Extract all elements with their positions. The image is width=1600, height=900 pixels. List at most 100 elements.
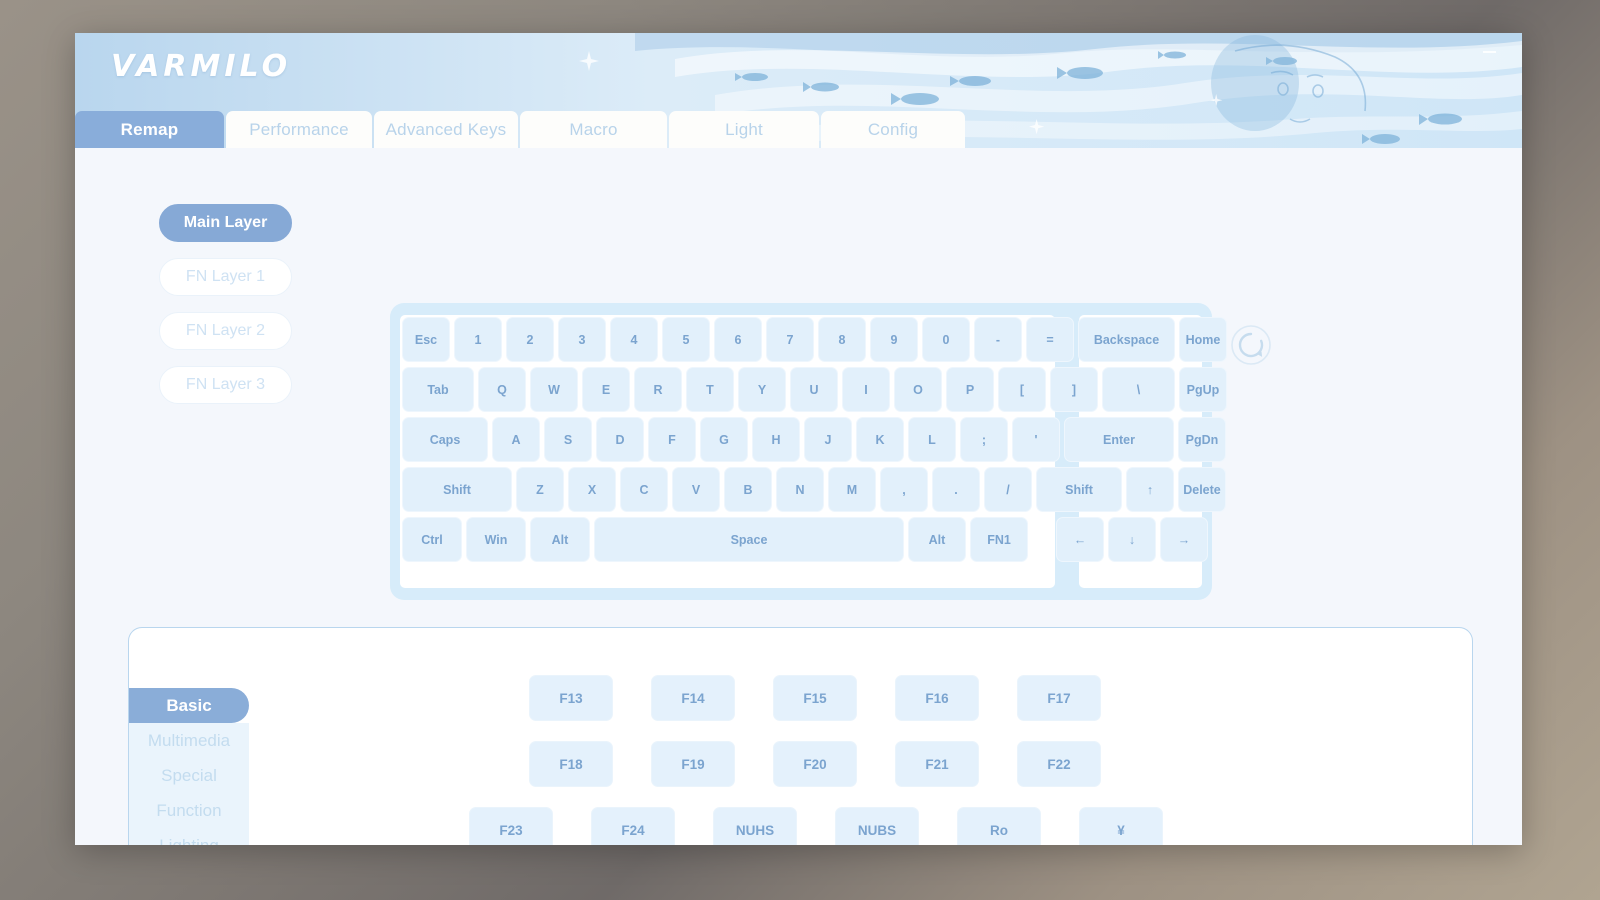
keycode-category-lighting[interactable]: Lighting	[129, 828, 249, 845]
keyboard-key[interactable]: Z	[516, 467, 564, 512]
keyboard-key[interactable]: ]	[1050, 367, 1098, 412]
layer-button-fn1[interactable]: FN Layer 1	[159, 258, 292, 296]
keyboard-key[interactable]: 5	[662, 317, 710, 362]
layer-button-main[interactable]: Main Layer	[159, 204, 292, 242]
keycode-key[interactable]: F16	[895, 675, 979, 721]
keycode-key[interactable]: F23	[469, 807, 553, 845]
keyboard-key[interactable]: L	[908, 417, 956, 462]
keyboard-key[interactable]: PgUp	[1179, 367, 1227, 412]
keyboard-key[interactable]: =	[1026, 317, 1074, 362]
keycode-key[interactable]: F21	[895, 741, 979, 787]
keyboard-key[interactable]: B	[724, 467, 772, 512]
keycode-key[interactable]: F20	[773, 741, 857, 787]
keyboard-key[interactable]: Space	[594, 517, 904, 562]
tab-light[interactable]: Light	[669, 111, 819, 148]
keyboard-key[interactable]: 6	[714, 317, 762, 362]
keyboard-key[interactable]: [	[998, 367, 1046, 412]
keyboard-key[interactable]: Enter	[1064, 417, 1174, 462]
keyboard-key[interactable]: /	[984, 467, 1032, 512]
keyboard-key[interactable]: 4	[610, 317, 658, 362]
keyboard-key[interactable]: -	[974, 317, 1022, 362]
keyboard-key[interactable]: Q	[478, 367, 526, 412]
keyboard-key[interactable]: Alt	[530, 517, 590, 562]
tab-config[interactable]: Config	[821, 111, 965, 148]
keyboard-key[interactable]: F	[648, 417, 696, 462]
keycode-key[interactable]: F19	[651, 741, 735, 787]
keyboard-key[interactable]: Tab	[402, 367, 474, 412]
keyboard-key[interactable]: Ctrl	[402, 517, 462, 562]
keycode-category-basic[interactable]: Basic	[129, 688, 249, 723]
tab-performance[interactable]: Performance	[226, 111, 372, 148]
keyboard-key[interactable]: O	[894, 367, 942, 412]
keycode-category-multimedia[interactable]: Multimedia	[129, 723, 249, 758]
keyboard-key[interactable]: Delete	[1178, 467, 1226, 512]
keyboard-key[interactable]: R	[634, 367, 682, 412]
restore-defaults-button[interactable]	[1230, 324, 1272, 366]
layer-button-fn3[interactable]: FN Layer 3	[159, 366, 292, 404]
keycode-key[interactable]: ¥	[1079, 807, 1163, 845]
keyboard-key[interactable]: \	[1102, 367, 1175, 412]
keyboard-key[interactable]: J	[804, 417, 852, 462]
keyboard-key[interactable]: 9	[870, 317, 918, 362]
keyboard-key[interactable]: 1	[454, 317, 502, 362]
keycode-category-special[interactable]: Special	[129, 758, 249, 793]
keyboard-key[interactable]: G	[700, 417, 748, 462]
keyboard-key[interactable]: Win	[466, 517, 526, 562]
keyboard-key[interactable]: 7	[766, 317, 814, 362]
keyboard-key[interactable]: V	[672, 467, 720, 512]
keyboard-key[interactable]: Shift	[402, 467, 512, 512]
tab-remap[interactable]: Remap	[75, 111, 224, 148]
keyboard-key[interactable]: H	[752, 417, 800, 462]
keyboard-key[interactable]: .	[932, 467, 980, 512]
keycode-key[interactable]: F22	[1017, 741, 1101, 787]
keycode-key[interactable]: NUHS	[713, 807, 797, 845]
keyboard-key[interactable]: T	[686, 367, 734, 412]
tab-macro[interactable]: Macro	[520, 111, 667, 148]
layer-button-fn2[interactable]: FN Layer 2	[159, 312, 292, 350]
keyboard-key[interactable]: PgDn	[1178, 417, 1226, 462]
keyboard-key[interactable]: →	[1160, 517, 1208, 562]
tab-advanced-keys[interactable]: Advanced Keys	[374, 111, 518, 148]
keycode-key[interactable]: F13	[529, 675, 613, 721]
keyboard-key[interactable]: Caps	[402, 417, 488, 462]
keyboard-key[interactable]: 3	[558, 317, 606, 362]
keyboard-key[interactable]: ↓	[1108, 517, 1156, 562]
keyboard-key[interactable]: D	[596, 417, 644, 462]
keyboard-key[interactable]: Y	[738, 367, 786, 412]
keyboard-key[interactable]: U	[790, 367, 838, 412]
keyboard-key[interactable]: ↑	[1126, 467, 1174, 512]
keyboard-key[interactable]: 8	[818, 317, 866, 362]
keyboard-key[interactable]: ;	[960, 417, 1008, 462]
keyboard-key[interactable]: Alt	[908, 517, 966, 562]
keycode-key[interactable]: F17	[1017, 675, 1101, 721]
keyboard-key[interactable]: K	[856, 417, 904, 462]
keyboard-key[interactable]: I	[842, 367, 890, 412]
keyboard-key[interactable]: 0	[922, 317, 970, 362]
keyboard-key[interactable]: ←	[1056, 517, 1104, 562]
keycode-key[interactable]: F14	[651, 675, 735, 721]
keycode-category-function[interactable]: Function	[129, 793, 249, 828]
keyboard-key[interactable]: '	[1012, 417, 1060, 462]
keyboard-key[interactable]: ,	[880, 467, 928, 512]
minimize-button[interactable]	[1476, 41, 1502, 63]
keyboard-key[interactable]: E	[582, 367, 630, 412]
keycode-key[interactable]: Ro	[957, 807, 1041, 845]
keyboard-key[interactable]: X	[568, 467, 616, 512]
keyboard-key[interactable]: Shift	[1036, 467, 1122, 512]
keyboard-key[interactable]: P	[946, 367, 994, 412]
keyboard-key[interactable]: S	[544, 417, 592, 462]
keyboard-key[interactable]: M	[828, 467, 876, 512]
keyboard-key[interactable]: W	[530, 367, 578, 412]
keycode-key[interactable]: F18	[529, 741, 613, 787]
keyboard-key[interactable]: Esc	[402, 317, 450, 362]
keyboard-key[interactable]: Home	[1179, 317, 1227, 362]
keyboard-key[interactable]: A	[492, 417, 540, 462]
keycode-key[interactable]: NUBS	[835, 807, 919, 845]
keyboard-key[interactable]: 2	[506, 317, 554, 362]
keycode-key[interactable]: F24	[591, 807, 675, 845]
keyboard-key[interactable]: C	[620, 467, 668, 512]
keycode-key[interactable]: F15	[773, 675, 857, 721]
keyboard-key[interactable]: N	[776, 467, 824, 512]
keyboard-key[interactable]: Backspace	[1078, 317, 1175, 362]
keyboard-key[interactable]: FN1	[970, 517, 1028, 562]
